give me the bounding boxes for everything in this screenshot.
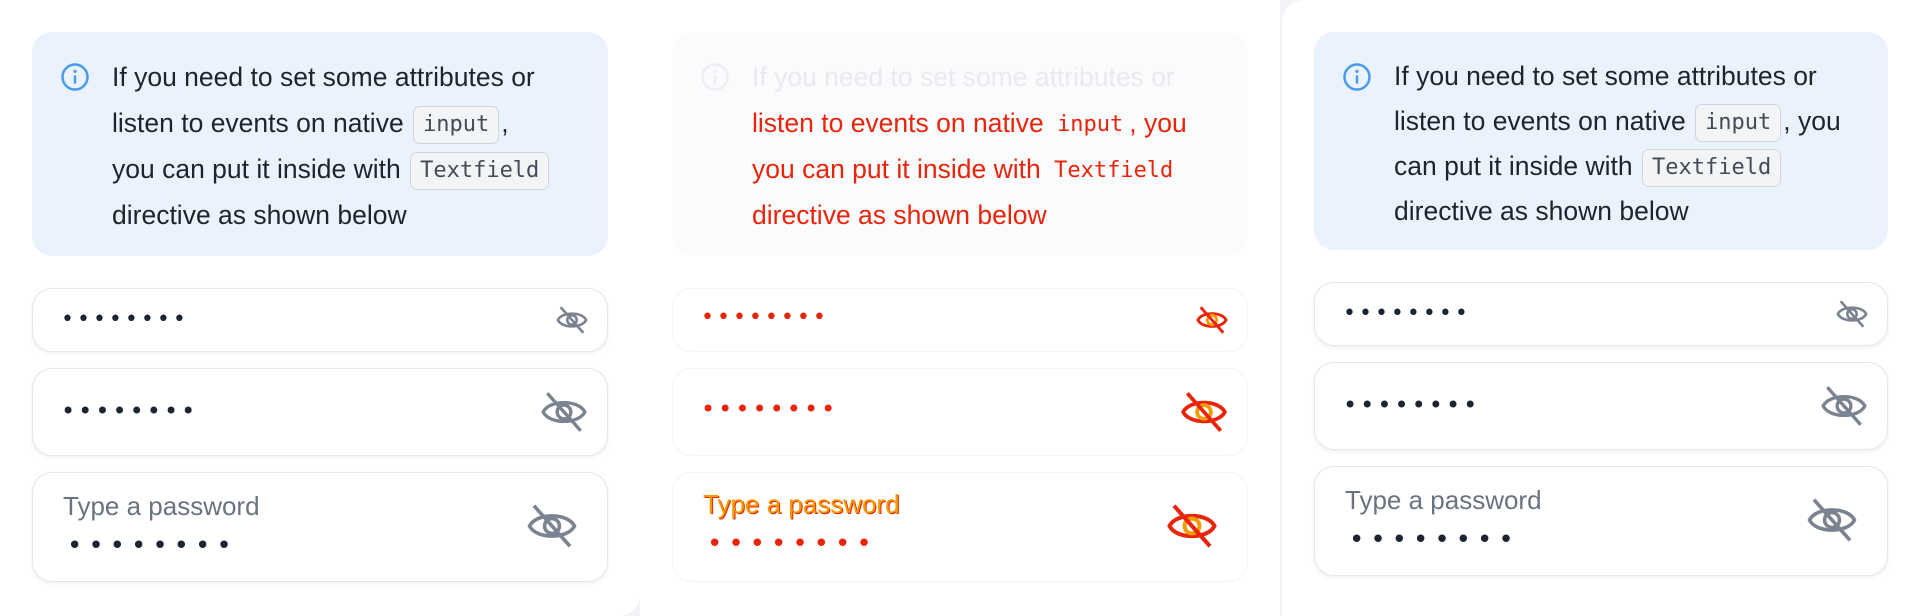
alert-comma-you: , you xyxy=(1783,106,1841,136)
password-value: •••••••• xyxy=(61,397,199,425)
info-alert: If you need to set some attributes or li… xyxy=(32,32,608,256)
password-field-labeled[interactable]: Type a password •••••••• xyxy=(1314,466,1888,576)
password-field-medium[interactable]: •••••••• xyxy=(1314,362,1888,450)
left-panel: If you need to set some attributes or li… xyxy=(0,0,640,616)
alert-line-4: directive as shown below xyxy=(1394,196,1689,226)
password-field-small[interactable]: •••••••• xyxy=(32,288,608,352)
alert-text: If you need to set some attributes or li… xyxy=(752,54,1220,238)
password-value: •••••••• xyxy=(1343,391,1481,419)
alert-line-3: you can put it inside with xyxy=(752,154,1041,184)
password-field-small[interactable]: •••••••• xyxy=(672,288,1248,352)
alert-line-2: listen to events on native xyxy=(112,108,404,138)
alert-line-1: If you need to set some attributes or xyxy=(1394,61,1817,91)
eye-off-icon[interactable] xyxy=(1179,387,1229,437)
eye-off-icon[interactable] xyxy=(555,303,589,337)
alert-comma: , you xyxy=(1129,108,1187,138)
eye-off-icon[interactable] xyxy=(1195,303,1229,337)
code-textfield: Textfield xyxy=(410,152,550,190)
eye-off-icon[interactable] xyxy=(1835,297,1869,331)
info-icon xyxy=(1343,63,1371,91)
eye-off-icon[interactable] xyxy=(525,499,579,553)
eye-off-icon[interactable] xyxy=(1165,499,1219,553)
password-field-labeled[interactable]: Type a password •••••••• xyxy=(672,472,1248,582)
code-textfield: Textfield xyxy=(1054,158,1174,183)
password-value: •••••••• xyxy=(701,395,839,423)
code-textfield: Textfield xyxy=(1642,149,1782,187)
password-value: •••••••• xyxy=(61,307,189,332)
eye-off-icon[interactable] xyxy=(539,387,589,437)
info-icon xyxy=(61,63,89,91)
password-field-labeled[interactable]: Type a password •••••••• xyxy=(32,472,608,582)
middle-panel: If you need to set some attributes or li… xyxy=(640,0,1280,616)
alert-line-3: can put it inside with xyxy=(1394,151,1633,181)
password-field-small[interactable]: •••••••• xyxy=(1314,282,1888,346)
info-alert: If you need to set some attributes or li… xyxy=(1314,32,1888,250)
alert-line-1: If you need to set some attributes or xyxy=(112,62,535,92)
field-label: Type a password xyxy=(1345,485,1542,515)
alert-line-3: you can put it inside with xyxy=(112,154,401,184)
alert-line-4: directive as shown below xyxy=(752,200,1047,230)
alert-line-2: listen to events on native xyxy=(752,108,1044,138)
code-input: input xyxy=(413,106,500,144)
code-input: input xyxy=(1695,104,1782,142)
alert-line-1: If you need to set some attributes or xyxy=(752,62,1175,92)
password-value: •••••••• xyxy=(701,305,829,330)
alert-line-4: directive as shown below xyxy=(112,200,407,230)
password-value: •••••••• xyxy=(1349,525,1520,555)
alert-text: If you need to set some attributes or li… xyxy=(1394,54,1860,234)
eye-off-icon[interactable] xyxy=(1805,493,1859,547)
info-icon xyxy=(701,63,729,91)
field-label: Type a password xyxy=(63,491,260,521)
password-value: •••••••• xyxy=(707,529,878,559)
password-value: •••••••• xyxy=(1343,301,1471,326)
code-input: input xyxy=(1057,112,1124,137)
right-panel: If you need to set some attributes or li… xyxy=(1282,0,1920,616)
info-alert: If you need to set some attributes or li… xyxy=(672,32,1248,256)
alert-line-2: listen to events on native xyxy=(1394,106,1686,136)
alert-text: If you need to set some attributes or li… xyxy=(112,54,580,238)
eye-off-icon[interactable] xyxy=(1819,381,1869,431)
alert-comma: , xyxy=(501,108,509,138)
password-field-medium[interactable]: •••••••• xyxy=(672,368,1248,456)
password-field-medium[interactable]: •••••••• xyxy=(32,368,608,456)
password-value: •••••••• xyxy=(67,531,238,561)
field-label: Type a password xyxy=(703,489,900,519)
